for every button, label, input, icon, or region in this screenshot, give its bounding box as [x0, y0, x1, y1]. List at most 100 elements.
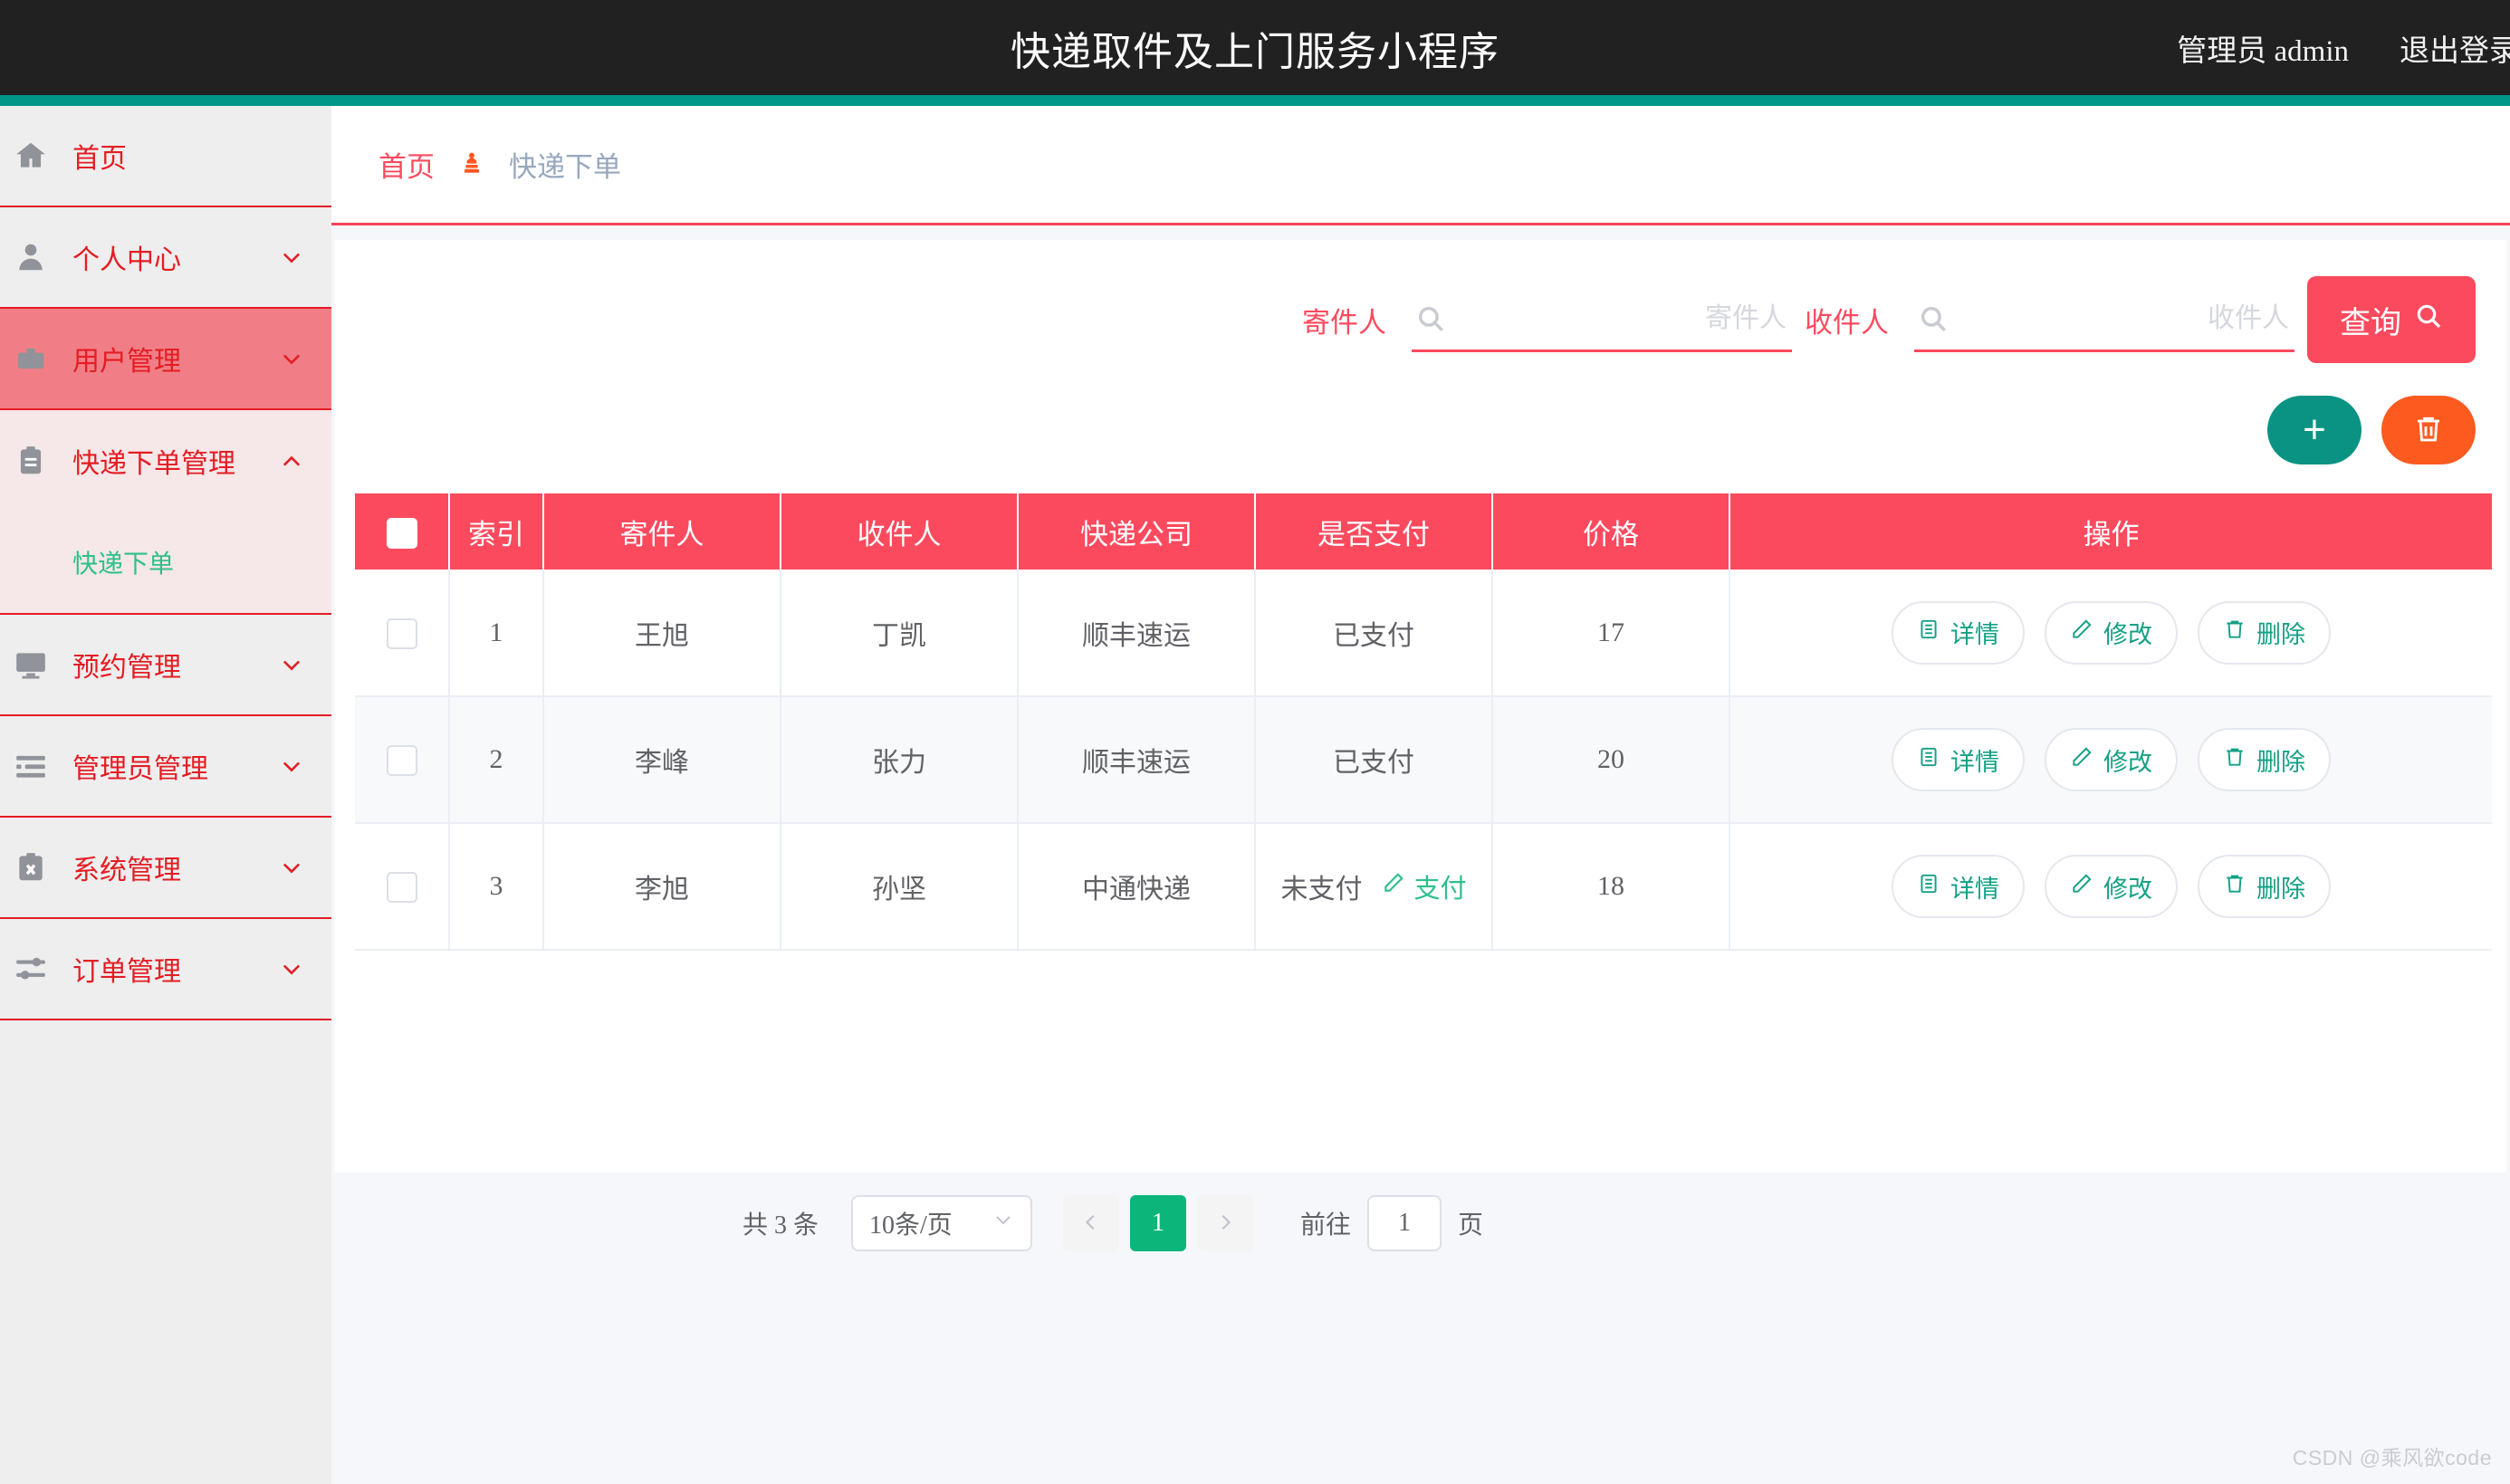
sidebar-item-system-management[interactable]: 系统管理 [0, 818, 331, 919]
sliders-icon [13, 951, 49, 987]
cell-receiver: 张力 [781, 696, 1018, 823]
list-icon [13, 748, 49, 784]
query-button[interactable]: 查询 [2307, 276, 2476, 363]
detail-button-label: 详情 [1950, 615, 1999, 650]
paid-status-text: 已支付 [1333, 740, 1414, 780]
chevron-down-icon[interactable] [264, 346, 319, 371]
chevron-down-icon[interactable] [264, 753, 319, 779]
content-card: 寄件人 收件人 查询 [335, 240, 2506, 1173]
receiver-search-input[interactable] [1956, 303, 2298, 334]
search-icon [1415, 301, 1446, 337]
clipboard-x-icon [13, 849, 49, 886]
sidebar-item-user-management[interactable]: 用户管理 [0, 309, 331, 410]
delete-button-label: 删除 [2256, 615, 2305, 650]
chevron-right-icon [1215, 1212, 1235, 1235]
sidebar-item-label: 预约管理 [72, 645, 264, 685]
delete-button[interactable]: 删除 [2198, 601, 2331, 665]
trash-icon [2223, 618, 2247, 647]
detail-button-label: 详情 [1950, 869, 1999, 905]
app-title: 快递取件及上门服务小程序 [0, 19, 2510, 77]
sidebar-item-home[interactable]: 首页 [0, 106, 331, 207]
row-checkbox[interactable] [387, 618, 417, 649]
sidebar-item-express-order-management[interactable]: 快递下单管理 [0, 410, 331, 512]
pay-link[interactable]: 支付 [1382, 867, 1466, 905]
row-checkbox[interactable] [387, 745, 417, 776]
page-size-select[interactable]: 10条/页 [851, 1195, 1032, 1251]
sidebar-item-appointment-management[interactable]: 预约管理 [0, 615, 331, 716]
breadcrumb-home-link[interactable]: 首页 [378, 144, 435, 185]
column-header-company: 快递公司 [1018, 493, 1255, 570]
edit-button-label: 修改 [2103, 869, 2152, 905]
current-user-label: 管理员 admin [2177, 26, 2349, 70]
chevron-left-icon [1081, 1212, 1101, 1235]
trash-icon [2412, 413, 2445, 448]
sender-field-box[interactable] [1412, 287, 1792, 352]
query-button-label: 查询 [2340, 298, 2401, 342]
sidebar-item-label: 订单管理 [72, 949, 264, 989]
detail-button[interactable]: 详情 [1892, 601, 2025, 665]
table-row: 2 李峰 张力 顺丰速运 已支付 20 [355, 696, 2492, 823]
sidebar-item-order-management[interactable]: 订单管理 [0, 919, 331, 1020]
trash-icon [2223, 745, 2247, 775]
sidebar: 首页 个人中心 用户管理 快递下单管理 快递下单 [0, 106, 331, 1484]
cell-index: 2 [449, 696, 543, 823]
watermark: CSDN @乘风欲code [2293, 1441, 2492, 1471]
delete-button[interactable]: 删除 [2198, 728, 2331, 791]
sidebar-subitem-express-order[interactable]: 快递下单 [0, 512, 331, 613]
receiver-search-group: 收件人 [1805, 287, 2294, 352]
home-icon [13, 138, 49, 174]
table-header-row: 索引 寄件人 收件人 快递公司 是否支付 价格 操作 [355, 493, 2492, 570]
sidebar-item-label: 首页 [72, 136, 264, 176]
goto-page-input[interactable] [1367, 1195, 1442, 1251]
cell-price: 20 [1492, 696, 1729, 823]
cell-paid: 未支付 支付 [1255, 823, 1492, 950]
pencil-icon [1382, 871, 1405, 902]
add-record-button[interactable]: + [2267, 396, 2362, 464]
select-all-header [355, 493, 449, 570]
edit-button[interactable]: 修改 [2045, 855, 2178, 918]
sidebar-item-admin-management[interactable]: 管理员管理 [0, 716, 331, 818]
select-all-checkbox[interactable] [387, 518, 417, 549]
sidebar-item-personal-center[interactable]: 个人中心 [0, 207, 331, 309]
edit-button[interactable]: 修改 [2045, 601, 2178, 665]
sender-search-group: 寄件人 [1302, 287, 1792, 352]
prev-page-button[interactable] [1063, 1195, 1119, 1251]
chevron-down-icon[interactable] [264, 652, 319, 677]
main-content: 首页 快递下单 寄件人 收件人 [331, 106, 2510, 1484]
cell-receiver: 丁凯 [781, 570, 1018, 696]
batch-delete-button[interactable] [2381, 396, 2476, 464]
cell-price: 17 [1492, 570, 1729, 696]
cell-index: 3 [449, 823, 543, 950]
next-page-button[interactable] [1197, 1195, 1253, 1251]
breadcrumb-current: 快递下单 [509, 144, 621, 185]
chevron-down-icon[interactable] [264, 244, 319, 270]
sender-search-input[interactable] [1453, 303, 1796, 334]
sidebar-item-label: 管理员管理 [72, 746, 264, 786]
table-row: 3 李旭 孙坚 中通快递 未支付 支付 [355, 823, 2492, 950]
chevron-down-icon[interactable] [264, 956, 319, 981]
chevron-down-icon [992, 1209, 1014, 1238]
paid-status-text: 未支付 [1280, 866, 1362, 906]
user-icon [13, 239, 49, 275]
chevron-down-icon[interactable] [264, 855, 319, 880]
page-number-1[interactable]: 1 [1130, 1195, 1186, 1251]
chess-piece-icon [456, 149, 487, 180]
edit-button[interactable]: 修改 [2045, 728, 2178, 791]
document-icon [1917, 745, 1940, 775]
logout-button[interactable]: 退出登录 [2400, 26, 2510, 70]
cell-company: 顺丰速运 [1018, 696, 1255, 823]
delete-button[interactable]: 删除 [2198, 855, 2331, 918]
sidebar-item-label: 快递下单管理 [72, 441, 264, 481]
detail-button[interactable]: 详情 [1892, 728, 2025, 791]
goto-label: 前往 [1300, 1205, 1351, 1241]
chevron-up-icon[interactable] [264, 448, 319, 474]
search-toolbar: 寄件人 收件人 查询 [1302, 276, 2476, 363]
clipboard-icon [13, 443, 49, 479]
trash-icon [2223, 872, 2247, 902]
document-icon [1917, 618, 1940, 647]
detail-button[interactable]: 详情 [1892, 855, 2025, 918]
receiver-field-box[interactable] [1914, 287, 2294, 352]
briefcase-icon [13, 340, 49, 377]
edit-button-label: 修改 [2103, 615, 2152, 650]
row-checkbox[interactable] [387, 872, 417, 903]
